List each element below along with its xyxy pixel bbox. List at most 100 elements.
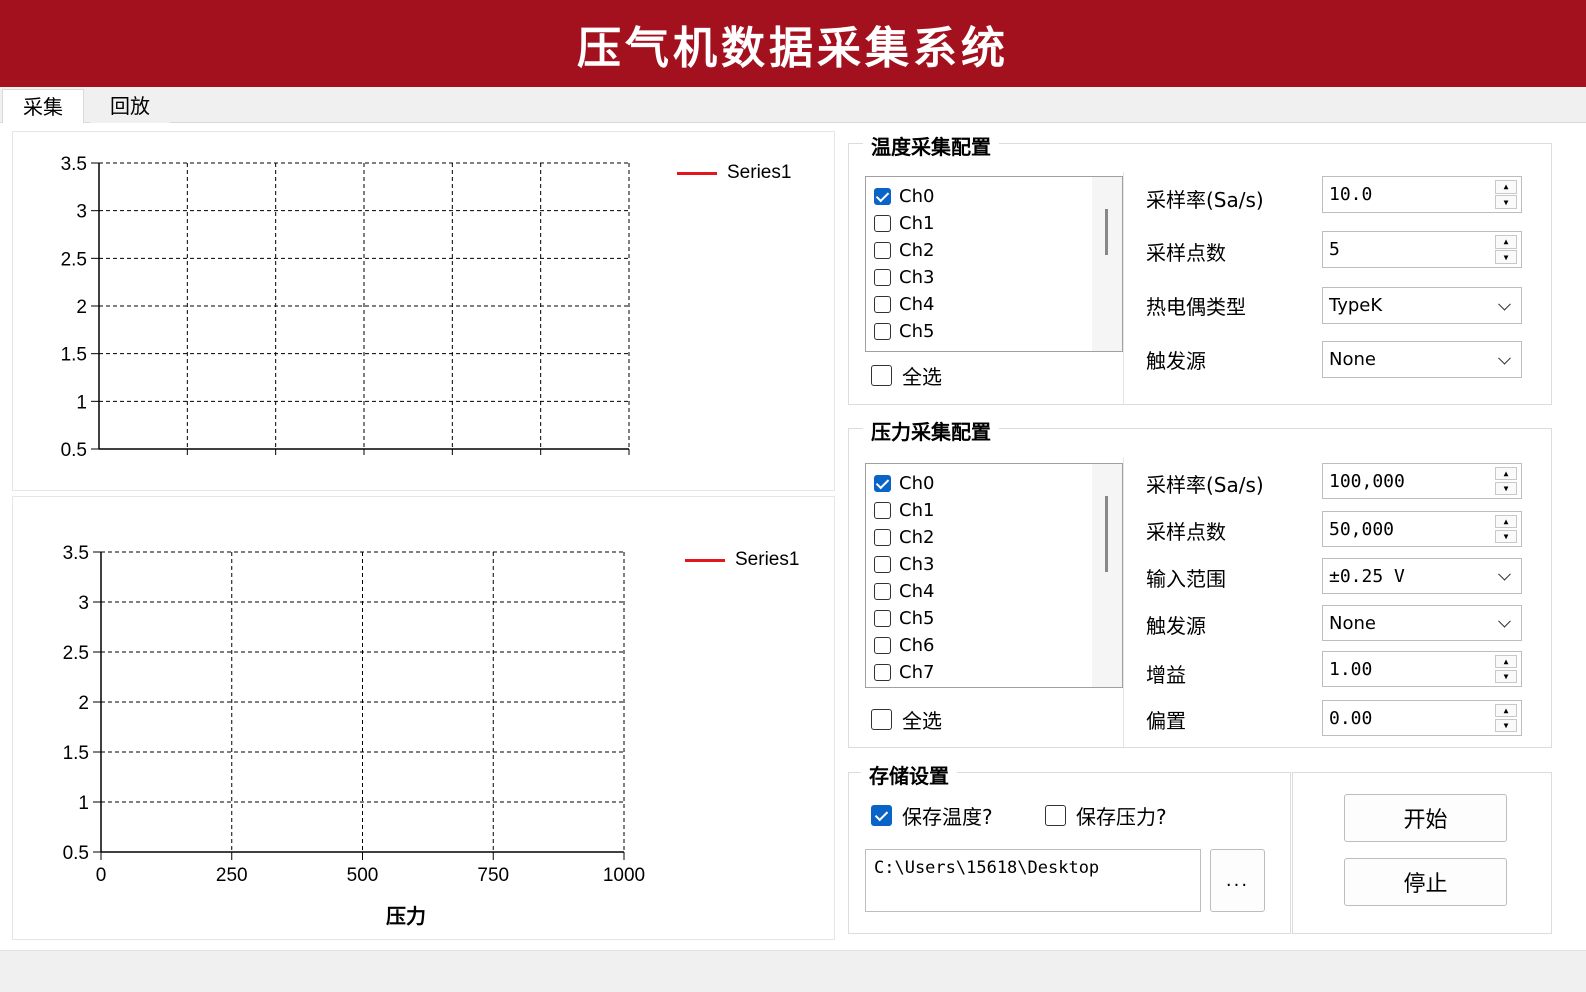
- pressure-channel-checkbox[interactable]: [874, 664, 891, 681]
- temp-points-down-arrow-icon[interactable]: ▼: [1495, 250, 1517, 264]
- pressure-select-all[interactable]: 全选: [871, 705, 942, 734]
- pressure-select-all-label: 全选: [902, 709, 942, 733]
- pressure-channel-item[interactable]: Ch0: [866, 470, 1122, 497]
- pressure-channel-item[interactable]: Ch4: [866, 578, 1122, 605]
- temp-rate-input[interactable]: 10.0 ▲ ▼: [1322, 176, 1522, 213]
- thermocouple-type-select[interactable]: TypeK: [1322, 287, 1522, 324]
- browse-button[interactable]: ...: [1210, 849, 1265, 912]
- x-axis-label: 压力: [386, 904, 426, 928]
- thermocouple-type-value: TypeK: [1329, 295, 1383, 316]
- chevron-down-icon: [1498, 567, 1511, 581]
- save-temperature-checkbox[interactable]: [871, 805, 892, 826]
- temp-rate-down-arrow-icon[interactable]: ▼: [1495, 195, 1517, 209]
- pres-points-up-arrow-icon[interactable]: ▲: [1495, 515, 1517, 529]
- temp-trigger-label: 触发源: [1146, 349, 1206, 373]
- pressure-channel-checkbox[interactable]: [874, 610, 891, 627]
- pressure-channel-item[interactable]: Ch7: [866, 659, 1122, 686]
- temperature-chart-plot: 3.532.521.510.5温度: [61, 154, 630, 461]
- stop-button[interactable]: 停止: [1344, 858, 1507, 906]
- save-pressure-label: 保存压力?: [1076, 805, 1167, 829]
- tab-acquire[interactable]: 采集: [2, 89, 84, 124]
- tab-strip: 采集 回放: [0, 87, 1586, 124]
- y-tick-label: 3: [76, 202, 87, 223]
- temperature-channel-item[interactable]: Ch2: [866, 237, 1122, 264]
- pressure-config-title: 压力采集配置: [863, 416, 999, 445]
- tab-playback[interactable]: 回放: [90, 89, 170, 123]
- y-tick-label: 1.5: [61, 345, 87, 366]
- pressure-channel-checkbox[interactable]: [874, 556, 891, 573]
- offset-input[interactable]: 0.00 ▲ ▼: [1322, 700, 1522, 736]
- save-path-input[interactable]: C:\Users\15618\Desktop: [865, 849, 1201, 912]
- temperature-channel-checkbox[interactable]: [874, 215, 891, 232]
- y-tick-label: 3.5: [63, 543, 89, 564]
- temperature-channel-item[interactable]: Ch3: [866, 264, 1122, 291]
- series1-legend-swatch: [677, 171, 717, 175]
- pressure-channel-checkbox[interactable]: [874, 583, 891, 600]
- pressure-channel-checkbox[interactable]: [874, 529, 891, 546]
- y-tick-label: 1: [76, 392, 87, 413]
- offset-down-arrow-icon[interactable]: ▼: [1495, 718, 1517, 732]
- input-range-label: 输入范围: [1146, 567, 1226, 591]
- save-pressure-option[interactable]: 保存压力?: [1045, 801, 1167, 830]
- pres-rate-input[interactable]: 100,000 ▲ ▼: [1322, 463, 1522, 499]
- gain-up-arrow-icon[interactable]: ▲: [1495, 655, 1517, 669]
- gain-input[interactable]: 1.00 ▲ ▼: [1322, 651, 1522, 687]
- pressure-channel-item[interactable]: Ch5: [866, 605, 1122, 632]
- save-temperature-option[interactable]: 保存温度?: [871, 801, 993, 830]
- temperature-channel-checkbox[interactable]: [874, 296, 891, 313]
- pres-points-down-arrow-icon[interactable]: ▼: [1495, 529, 1517, 543]
- save-temperature-label: 保存温度?: [902, 805, 993, 829]
- gain-value: 1.00: [1329, 658, 1373, 680]
- y-tick-label: 0.5: [61, 440, 87, 461]
- save-pressure-checkbox[interactable]: [1045, 805, 1066, 826]
- temperature-select-all-checkbox[interactable]: [871, 365, 892, 386]
- temperature-channel-checkbox[interactable]: [874, 188, 891, 205]
- pres-rate-up-arrow-icon[interactable]: ▲: [1495, 467, 1517, 481]
- pressure-select-all-checkbox[interactable]: [871, 709, 892, 730]
- temp-points-input[interactable]: 5 ▲ ▼: [1322, 231, 1522, 268]
- temperature-config-group: 温度采集配置 Ch0 Ch1 Ch2 Ch3 Ch4 Ch5 全选 采样率(Sa/s) 1…: [848, 131, 1552, 405]
- temp-rate-up-arrow-icon[interactable]: ▲: [1495, 180, 1517, 194]
- temperature-channel-item[interactable]: Ch5: [866, 318, 1122, 345]
- temp-points-up-arrow-icon[interactable]: ▲: [1495, 235, 1517, 249]
- y-tick-label: 0.5: [63, 843, 89, 864]
- pres-rate-down-arrow-icon[interactable]: ▼: [1495, 481, 1517, 495]
- temp-rate-value: 10.0: [1329, 184, 1373, 205]
- pressure-channel-item[interactable]: Ch1: [866, 497, 1122, 524]
- start-button[interactable]: 开始: [1344, 794, 1507, 842]
- pressure-channel-item[interactable]: Ch3: [866, 551, 1122, 578]
- pres-trigger-select[interactable]: None: [1322, 605, 1522, 641]
- temperature-channel-list[interactable]: Ch0 Ch1 Ch2 Ch3 Ch4 Ch5: [865, 176, 1123, 352]
- input-range-select[interactable]: ±0.25 V: [1322, 558, 1522, 594]
- temp-points-label: 采样点数: [1146, 241, 1226, 265]
- y-tick-label: 2.5: [61, 249, 87, 270]
- temp-trigger-value: None: [1329, 349, 1376, 370]
- pressure-channel-checkbox[interactable]: [874, 637, 891, 654]
- pressure-channel-checkbox[interactable]: [874, 475, 891, 492]
- temp-trigger-select[interactable]: None: [1322, 341, 1522, 378]
- temperature-channel-checkbox[interactable]: [874, 242, 891, 259]
- temperature-select-all[interactable]: 全选: [871, 361, 942, 390]
- gain-down-arrow-icon[interactable]: ▼: [1495, 669, 1517, 683]
- chevron-down-icon: [1498, 351, 1511, 365]
- pressure-channel-list[interactable]: Ch0 Ch1 Ch2 Ch3 Ch4 Ch5 Ch6 Ch7: [865, 463, 1123, 688]
- pressure-channel-item[interactable]: Ch6: [866, 632, 1122, 659]
- temperature-channel-scrollbar[interactable]: [1092, 177, 1122, 351]
- pressure-channel-label: Ch1: [899, 500, 935, 521]
- temperature-channel-label: Ch0: [899, 186, 935, 207]
- x-tick-label: 1000: [603, 865, 645, 886]
- pressure-channel-label: Ch7: [899, 662, 935, 683]
- temperature-channel-item[interactable]: Ch0: [866, 183, 1122, 210]
- pres-points-input[interactable]: 50,000 ▲ ▼: [1322, 511, 1522, 547]
- pressure-channel-checkbox[interactable]: [874, 502, 891, 519]
- pressure-channel-label: Ch3: [899, 554, 935, 575]
- temperature-channel-checkbox[interactable]: [874, 323, 891, 340]
- pressure-channel-item[interactable]: Ch2: [866, 524, 1122, 551]
- temperature-channel-item[interactable]: Ch1: [866, 210, 1122, 237]
- offset-value: 0.00: [1329, 707, 1373, 729]
- pressure-channel-scrollbar[interactable]: [1092, 464, 1122, 687]
- temperature-channel-item[interactable]: Ch4: [866, 291, 1122, 318]
- offset-up-arrow-icon[interactable]: ▲: [1495, 704, 1517, 718]
- temperature-channel-label: Ch4: [899, 294, 935, 315]
- temperature-channel-checkbox[interactable]: [874, 269, 891, 286]
